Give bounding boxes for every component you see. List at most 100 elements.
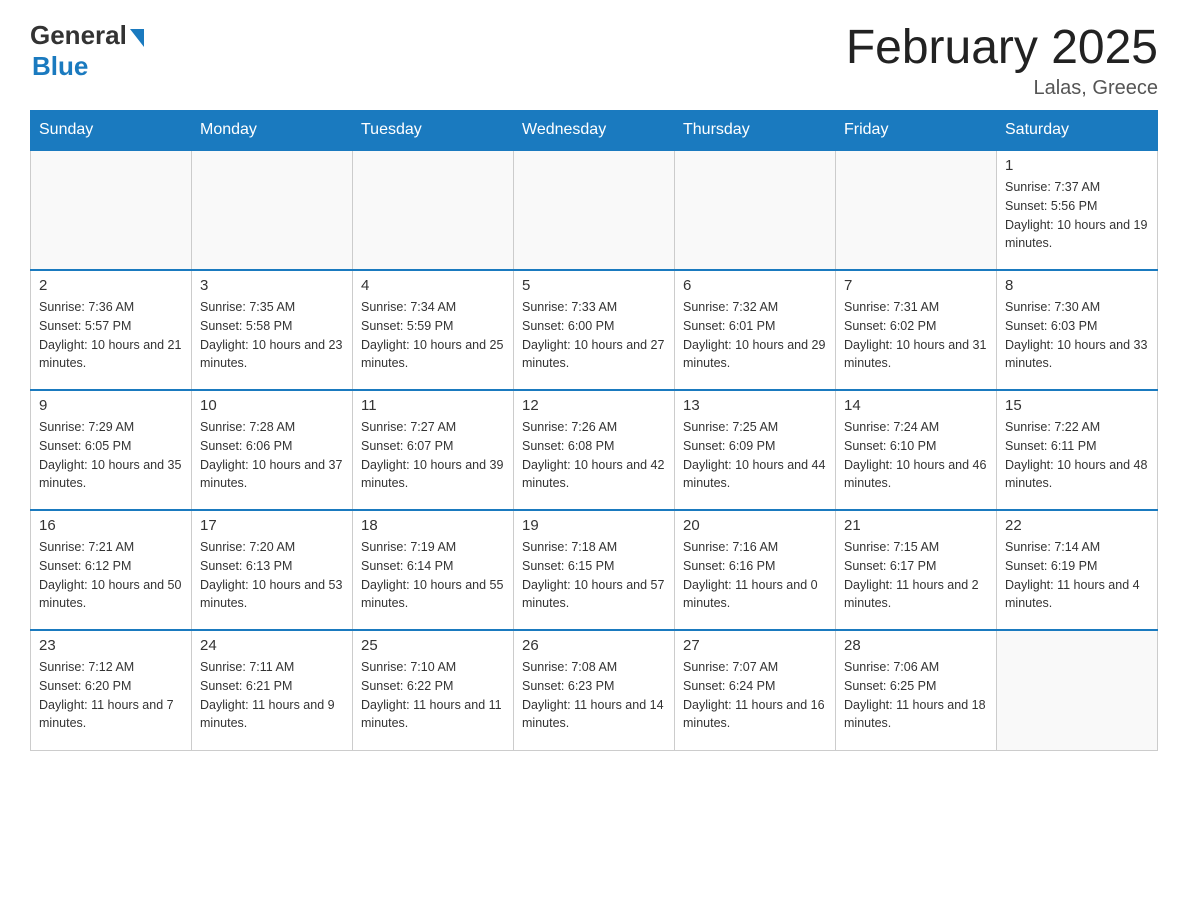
calendar-cell: 21Sunrise: 7:15 AMSunset: 6:17 PMDayligh… [836, 510, 997, 630]
day-info: Sunrise: 7:27 AMSunset: 6:07 PMDaylight:… [361, 418, 505, 493]
calendar-cell: 9 Sunrise: 7:29 AMSunset: 6:05 PMDaylight… [31, 390, 192, 510]
day-info: Sunrise: 7:32 AMSunset: 6:01 PMDaylight:… [683, 298, 827, 373]
calendar-cell: 26Sunrise: 7:08 AMSunset: 6:23 PMDayligh… [514, 630, 675, 750]
day-number: 27 [683, 637, 827, 654]
calendar-cell: 4Sunrise: 7:34 AMSunset: 5:59 PMDaylight… [353, 270, 514, 390]
weekday-header: Saturday [997, 111, 1158, 151]
day-info: Sunrise: 7:26 AMSunset: 6:08 PMDaylight:… [522, 418, 666, 493]
day-info: Sunrise: 7:25 AMSunset: 6:09 PMDaylight:… [683, 418, 827, 493]
day-info: Sunrise: 7:24 AMSunset: 6:10 PMDaylight:… [844, 418, 988, 493]
day-info: Sunrise: 7:11 AMSunset: 6:21 PMDaylight:… [200, 658, 344, 733]
day-info: Sunrise: 7:10 AMSunset: 6:22 PMDaylight:… [361, 658, 505, 733]
day-number: 23 [39, 637, 183, 654]
day-number: 3 [200, 277, 344, 294]
calendar-cell [31, 150, 192, 270]
page-header: General Blue February 2025 Lalas, Greece [30, 20, 1158, 100]
day-info: Sunrise: 7:08 AMSunset: 6:23 PMDaylight:… [522, 658, 666, 733]
calendar-cell: 5 Sunrise: 7:33 AMSunset: 6:00 PMDaylight… [514, 270, 675, 390]
title-block: February 2025 Lalas, Greece [846, 20, 1158, 100]
day-number: 12 [522, 397, 666, 414]
day-number: 18 [361, 517, 505, 534]
day-info: Sunrise: 7:19 AMSunset: 6:14 PMDaylight:… [361, 538, 505, 613]
day-number: 17 [200, 517, 344, 534]
day-number: 16 [39, 517, 183, 534]
day-number: 21 [844, 517, 988, 534]
calendar-cell: 10 Sunrise: 7:28 AMSunset: 6:06 PMDayligh… [192, 390, 353, 510]
weekday-header: Sunday [31, 111, 192, 151]
calendar-cell: 17 Sunrise: 7:20 AMSunset: 6:13 PMDayligh… [192, 510, 353, 630]
day-number: 25 [361, 637, 505, 654]
calendar-cell: 20 Sunrise: 7:16 AMSunset: 6:16 PMDayligh… [675, 510, 836, 630]
calendar-cell [192, 150, 353, 270]
calendar-cell: 13Sunrise: 7:25 AMSunset: 6:09 PMDayligh… [675, 390, 836, 510]
calendar-cell: 7 Sunrise: 7:31 AMSunset: 6:02 PMDaylight… [836, 270, 997, 390]
month-title: February 2025 [846, 20, 1158, 75]
day-info: Sunrise: 7:30 AMSunset: 6:03 PMDaylight:… [1005, 298, 1149, 373]
day-number: 9 [39, 397, 183, 414]
calendar-week-row: 23Sunrise: 7:12 AMSunset: 6:20 PMDayligh… [31, 630, 1158, 750]
calendar-cell: 22 Sunrise: 7:14 AMSunset: 6:19 PMDayligh… [997, 510, 1158, 630]
weekday-header: Thursday [675, 111, 836, 151]
weekday-header: Wednesday [514, 111, 675, 151]
calendar-cell [675, 150, 836, 270]
calendar-cell: 1Sunrise: 7:37 AMSunset: 5:56 PMDaylight… [997, 150, 1158, 270]
day-info: Sunrise: 7:31 AMSunset: 6:02 PMDaylight:… [844, 298, 988, 373]
day-number: 14 [844, 397, 988, 414]
day-info: Sunrise: 7:21 AMSunset: 6:12 PMDaylight:… [39, 538, 183, 613]
day-info: Sunrise: 7:35 AMSunset: 5:58 PMDaylight:… [200, 298, 344, 373]
weekday-header: Tuesday [353, 111, 514, 151]
logo-blue-text: Blue [32, 51, 88, 82]
day-number: 28 [844, 637, 988, 654]
logo-general-text: General [30, 20, 127, 51]
day-info: Sunrise: 7:33 AMSunset: 6:00 PMDaylight:… [522, 298, 666, 373]
weekday-header: Monday [192, 111, 353, 151]
day-info: Sunrise: 7:07 AMSunset: 6:24 PMDaylight:… [683, 658, 827, 733]
calendar-cell: 18 Sunrise: 7:19 AMSunset: 6:14 PMDayligh… [353, 510, 514, 630]
calendar-week-row: 9 Sunrise: 7:29 AMSunset: 6:05 PMDaylight… [31, 390, 1158, 510]
logo: General Blue [30, 20, 144, 82]
calendar-week-row: 16 Sunrise: 7:21 AMSunset: 6:12 PMDayligh… [31, 510, 1158, 630]
day-number: 15 [1005, 397, 1149, 414]
day-info: Sunrise: 7:34 AMSunset: 5:59 PMDaylight:… [361, 298, 505, 373]
calendar-cell: 25 Sunrise: 7:10 AMSunset: 6:22 PMDayligh… [353, 630, 514, 750]
calendar-table: SundayMondayTuesdayWednesdayThursdayFrid… [30, 110, 1158, 751]
calendar-cell: 28 Sunrise: 7:06 AMSunset: 6:25 PMDayligh… [836, 630, 997, 750]
calendar-week-row: 2Sunrise: 7:36 AMSunset: 5:57 PMDaylight… [31, 270, 1158, 390]
day-number: 5 [522, 277, 666, 294]
day-info: Sunrise: 7:28 AMSunset: 6:06 PMDaylight:… [200, 418, 344, 493]
day-info: Sunrise: 7:18 AMSunset: 6:15 PMDaylight:… [522, 538, 666, 613]
day-number: 10 [200, 397, 344, 414]
calendar-header: SundayMondayTuesdayWednesdayThursdayFrid… [31, 111, 1158, 151]
calendar-cell [997, 630, 1158, 750]
calendar-cell: 27 Sunrise: 7:07 AMSunset: 6:24 PMDayligh… [675, 630, 836, 750]
day-number: 6 [683, 277, 827, 294]
calendar-body: 1Sunrise: 7:37 AMSunset: 5:56 PMDaylight… [31, 150, 1158, 750]
day-info: Sunrise: 7:36 AMSunset: 5:57 PMDaylight:… [39, 298, 183, 373]
day-number: 20 [683, 517, 827, 534]
calendar-cell: 19 Sunrise: 7:18 AMSunset: 6:15 PMDayligh… [514, 510, 675, 630]
day-number: 11 [361, 397, 505, 414]
day-info: Sunrise: 7:37 AMSunset: 5:56 PMDaylight:… [1005, 178, 1149, 253]
calendar-cell [836, 150, 997, 270]
day-number: 24 [200, 637, 344, 654]
day-number: 19 [522, 517, 666, 534]
calendar-cell: 15 Sunrise: 7:22 AMSunset: 6:11 PMDayligh… [997, 390, 1158, 510]
calendar-cell: 11 Sunrise: 7:27 AMSunset: 6:07 PMDayligh… [353, 390, 514, 510]
calendar-week-row: 1Sunrise: 7:37 AMSunset: 5:56 PMDaylight… [31, 150, 1158, 270]
day-info: Sunrise: 7:16 AMSunset: 6:16 PMDaylight:… [683, 538, 827, 613]
calendar-cell: 6 Sunrise: 7:32 AMSunset: 6:01 PMDaylight… [675, 270, 836, 390]
weekday-header: Friday [836, 111, 997, 151]
day-number: 7 [844, 277, 988, 294]
day-info: Sunrise: 7:20 AMSunset: 6:13 PMDaylight:… [200, 538, 344, 613]
weekday-row: SundayMondayTuesdayWednesdayThursdayFrid… [31, 111, 1158, 151]
day-number: 22 [1005, 517, 1149, 534]
day-info: Sunrise: 7:22 AMSunset: 6:11 PMDaylight:… [1005, 418, 1149, 493]
calendar-cell: 14 Sunrise: 7:24 AMSunset: 6:10 PMDayligh… [836, 390, 997, 510]
day-info: Sunrise: 7:06 AMSunset: 6:25 PMDaylight:… [844, 658, 988, 733]
day-info: Sunrise: 7:14 AMSunset: 6:19 PMDaylight:… [1005, 538, 1149, 613]
calendar-cell: 12 Sunrise: 7:26 AMSunset: 6:08 PMDayligh… [514, 390, 675, 510]
day-info: Sunrise: 7:29 AMSunset: 6:05 PMDaylight:… [39, 418, 183, 493]
logo-arrow-icon [130, 29, 144, 47]
location-label: Lalas, Greece [846, 77, 1158, 100]
calendar-cell: 23Sunrise: 7:12 AMSunset: 6:20 PMDayligh… [31, 630, 192, 750]
